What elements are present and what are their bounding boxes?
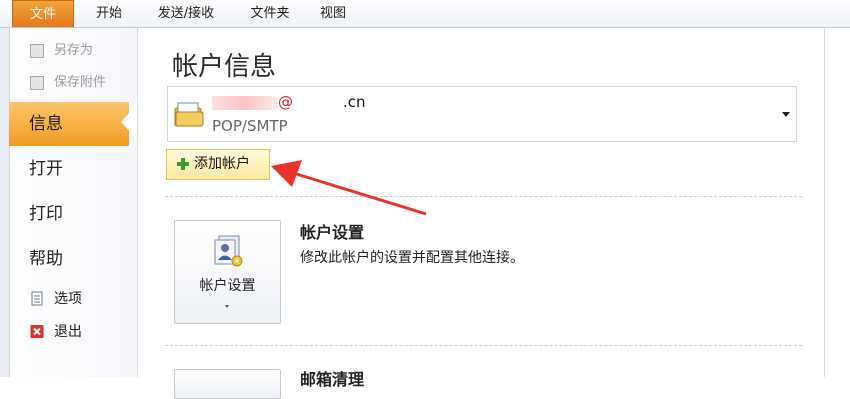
mailbox-cleanup-heading: 邮箱清理 (300, 370, 365, 389)
account-settings-button[interactable]: 帐户设置 (174, 220, 281, 324)
save-as-icon (30, 44, 44, 58)
mailbox-cleanup-button[interactable] (174, 369, 281, 399)
nav-info[interactable]: 信息 (9, 102, 129, 146)
nav-open-label: 打开 (29, 159, 63, 179)
email-suffix: .cn (343, 93, 366, 111)
chevron-down-icon (225, 305, 229, 308)
page-title: 帐户信息 (172, 52, 277, 82)
tab-view[interactable]: 视图 (310, 0, 356, 27)
tab-folder[interactable]: 文件夹 (239, 0, 301, 27)
nav-help-label: 帮助 (29, 249, 63, 269)
tab-home[interactable]: 开始 (84, 0, 134, 27)
add-account-button[interactable]: 添加帐户 (166, 149, 270, 180)
tab-send-receive[interactable]: 发送/接收 (143, 0, 229, 27)
plus-icon (177, 158, 189, 170)
account-selector[interactable]: @ .cn POP/SMTP (167, 86, 797, 142)
options-label: 选项 (54, 291, 82, 307)
redacted-domain (293, 95, 343, 110)
dropdown-arrow-icon[interactable] (782, 112, 790, 117)
section-divider (165, 196, 802, 197)
save-attachments-label: 保存附件 (54, 75, 107, 90)
nav-print[interactable]: 打印 (9, 192, 129, 236)
nav-print-label: 打印 (29, 204, 63, 224)
active-notch (121, 104, 137, 140)
tab-file[interactable]: 文件 (12, 0, 74, 27)
redacted-username (212, 95, 278, 110)
account-settings-heading: 帐户设置 (300, 223, 365, 242)
exit-icon (30, 324, 44, 339)
nav-info-label: 信息 (29, 114, 63, 134)
account-settings-button-label: 帐户设置 (199, 278, 256, 294)
exit-label: 退出 (54, 324, 82, 340)
section-divider-2 (165, 345, 802, 346)
account-settings-icon (214, 235, 243, 267)
add-account-label: 添加帐户 (194, 156, 250, 172)
account-folder-icon (174, 102, 204, 127)
account-settings-description: 修改此帐户的设置并配置其他连接。 (300, 250, 524, 266)
options-icon (30, 291, 44, 306)
email-at-sign: @ (278, 93, 293, 111)
nav-open[interactable]: 打开 (9, 147, 129, 191)
account-type: POP/SMTP (212, 117, 288, 135)
save-attachments-icon (30, 76, 44, 90)
nav-help[interactable]: 帮助 (9, 237, 129, 281)
save-as-label: 另存为 (54, 43, 94, 58)
ribbon-tab-bar: 文件 开始 发送/接收 文件夹 视图 (0, 0, 850, 28)
account-email: @ .cn (212, 93, 366, 111)
right-panel-edge (824, 28, 850, 377)
